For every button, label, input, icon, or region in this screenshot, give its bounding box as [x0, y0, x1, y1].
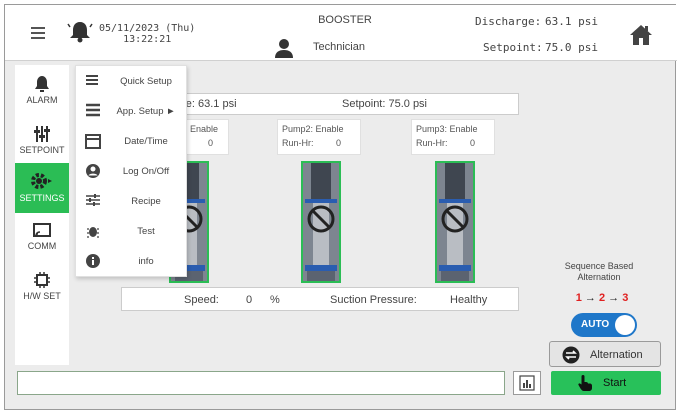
sequence-pump-2: 2 — [598, 292, 606, 304]
pump2-runhr-value: 0 — [336, 138, 342, 148]
sidebar-item-alarm[interactable]: ALARM — [15, 75, 69, 105]
alternation-title-line2: Alternation — [577, 272, 621, 282]
sidebar-item-label: SETPOINT — [19, 145, 65, 155]
speed-label: Speed: — [184, 294, 219, 306]
sliders-icon — [34, 126, 50, 142]
sidebar-item-label: ALARM — [26, 95, 58, 105]
pump3-info: Pump3: Enable Run-Hr: 0 — [411, 119, 495, 155]
calendar-icon — [85, 134, 101, 149]
account-circle-icon — [86, 164, 100, 178]
sidebar-item-label: H/W SET — [23, 291, 61, 301]
sequence-arrow-2: → — [608, 292, 620, 304]
alarm-bell-icon[interactable] — [67, 19, 93, 50]
sidebar-item-comm[interactable]: COMM — [15, 223, 69, 251]
pump2-info: Pump2: Enable Run-Hr: 0 — [277, 119, 361, 155]
sequence-pump-1: 1 — [575, 292, 582, 304]
auto-toggle-label: AUTO — [581, 319, 610, 330]
menu-item-label: info — [138, 256, 154, 267]
home-icon[interactable] — [629, 23, 653, 52]
pump3-disabled-icon — [437, 163, 473, 281]
alternation-sequence: 1 → 2 → 3 — [567, 292, 637, 304]
pump2-disabled-icon — [303, 163, 339, 281]
screen-cast-icon — [33, 223, 51, 237]
toggle-knob — [615, 315, 635, 335]
menu-item-label: Test — [137, 226, 155, 237]
sidebar-item-settings[interactable]: SETTINGS — [15, 163, 69, 213]
alarm-icon — [35, 76, 49, 92]
bar-chart-icon — [519, 375, 535, 391]
pump2-enable: Pump2: Enable — [282, 124, 344, 134]
suction-value: Healthy — [450, 294, 488, 306]
sidebar-item-setpoint[interactable]: SETPOINT — [15, 125, 69, 155]
discharge-value: 63.1 psi — [545, 15, 598, 28]
setpoint-status: Setpoint: 75.0 psi — [342, 98, 428, 110]
list-detail-icon — [86, 103, 100, 117]
pump2-runhr-label: Run-Hr: — [282, 138, 314, 148]
pump3-graphic[interactable] — [435, 161, 475, 283]
discharge-label: Discharge: — [475, 15, 542, 28]
menu-item-recipe[interactable]: Recipe — [76, 186, 188, 216]
list-icon — [86, 75, 98, 85]
settings-menu: Quick Setup App. Setup ► Date/Time Log O… — [75, 65, 187, 277]
menu-item-log-on-off[interactable]: Log On/Off — [76, 156, 188, 186]
time-text: 13:22:21 — [123, 34, 172, 45]
menu-item-label: Quick Setup — [120, 76, 172, 87]
alternation-button[interactable]: Alternation — [549, 341, 661, 367]
alternation-title-line1: Sequence Based — [564, 261, 634, 271]
sequence-pump-3: 3 — [622, 292, 629, 304]
setpoint-label: Setpoint: — [483, 41, 543, 54]
speed-unit: % — [270, 294, 280, 306]
sidebar-item-hw-set[interactable]: H/W SET — [15, 271, 69, 301]
gear-icon — [31, 173, 52, 189]
menu-item-app-setup[interactable]: App. Setup ► — [76, 96, 188, 126]
chart-button[interactable] — [513, 371, 541, 395]
menu-item-test[interactable]: Test — [76, 216, 188, 246]
hand-pointer-icon — [578, 375, 592, 391]
start-button[interactable]: Start — [551, 371, 661, 395]
setpoint-value: 75.0 psi — [545, 41, 598, 54]
pump2-graphic[interactable] — [301, 161, 341, 283]
hmi-screen: 05/11/2023 (Thu) 13:22:21 BOOSTER Techni… — [4, 4, 677, 410]
message-bar[interactable] — [17, 371, 505, 395]
hamburger-menu-icon[interactable] — [31, 27, 45, 42]
date-text: 05/11/2023 (Thu) — [99, 23, 196, 34]
menu-item-quick-setup[interactable]: Quick Setup — [76, 66, 188, 96]
menu-item-label: App. Setup ► — [116, 106, 176, 117]
suction-label: Suction Pressure: — [330, 294, 417, 306]
menu-item-date-time[interactable]: Date/Time — [76, 126, 188, 156]
sequence-arrow-1: → — [584, 292, 596, 304]
bug-icon — [87, 227, 99, 238]
sidebar-item-label: COMM — [27, 241, 57, 251]
auto-toggle[interactable]: AUTO — [571, 313, 637, 337]
sidebar-item-label: SETTINGS — [19, 193, 65, 203]
start-button-label: Start — [603, 377, 627, 389]
tune-icon — [86, 194, 100, 206]
header: 05/11/2023 (Thu) 13:22:21 BOOSTER Techni… — [5, 5, 677, 61]
datetime: 05/11/2023 (Thu) 13:22:21 — [99, 23, 195, 45]
speed-status-bar: Speed: 0 % Suction Pressure: Healthy — [121, 287, 519, 311]
menu-item-label: Recipe — [131, 196, 161, 207]
pump3-runhr-value: 0 — [470, 138, 476, 148]
info-icon — [86, 254, 100, 268]
speed-value: 0 — [246, 294, 253, 306]
menu-item-label: Log On/Off — [122, 166, 170, 177]
swap-icon — [562, 346, 580, 364]
menu-item-info[interactable]: info — [76, 246, 188, 276]
sidebar: ALARM SETPOINT SETTINGS COMM H/W SET — [15, 65, 69, 365]
pump3-enable: Pump3: Enable — [416, 124, 478, 134]
chip-icon — [34, 272, 50, 288]
menu-item-label: Date/Time — [124, 136, 168, 147]
system-name: BOOSTER — [318, 14, 372, 26]
alternation-button-label: Alternation — [590, 349, 643, 361]
user-icon[interactable] — [273, 37, 295, 64]
user-role: Technician — [313, 41, 365, 53]
alternation-title: Sequence Based Alternation — [561, 261, 637, 283]
pump3-runhr-label: Run-Hr: — [416, 138, 448, 148]
